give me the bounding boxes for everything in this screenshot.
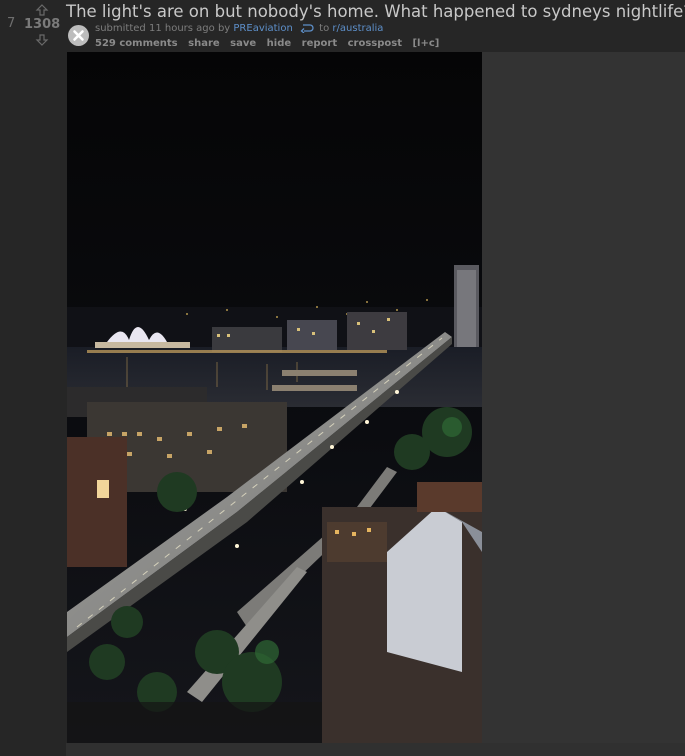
save-button[interactable]: save (230, 38, 256, 49)
media-panel-background (482, 52, 685, 744)
post-rank: 7 (7, 16, 16, 31)
media-panel-bottom (66, 743, 685, 756)
comments-button[interactable]: 529 comments (95, 38, 178, 49)
vote-column: 1308 (24, 4, 60, 46)
tagline-submitted: submitted (95, 23, 146, 34)
shortcut-hint[interactable]: [l+c] (412, 38, 439, 49)
crosspost-icon (300, 24, 314, 33)
tagline-time: 11 hours ago (148, 23, 215, 34)
subreddit-link[interactable]: r/australia (332, 23, 383, 34)
crosspost-button[interactable]: crosspost (348, 38, 402, 49)
post-listing: 7 1308 The light's are on but nobody's h… (0, 0, 685, 756)
post-title[interactable]: The light's are on but nobody's home. Wh… (66, 2, 685, 21)
upvote-arrow-icon[interactable] (35, 4, 49, 16)
author-link[interactable]: PREaviation (233, 23, 292, 34)
close-icon[interactable] (68, 25, 89, 46)
post-buttons: 529 comments share save hide report cros… (95, 38, 446, 49)
tagline-by: by (217, 23, 231, 34)
post-image[interactable] (67, 52, 482, 743)
hide-button[interactable]: hide (267, 38, 292, 49)
downvote-arrow-icon[interactable] (35, 34, 49, 46)
share-button[interactable]: share (188, 38, 220, 49)
tagline-to: to (319, 23, 330, 34)
post-tagline: submitted 11 hours ago by PREaviation to… (95, 23, 383, 34)
report-button[interactable]: report (302, 38, 337, 49)
post-score: 1308 (24, 17, 61, 32)
